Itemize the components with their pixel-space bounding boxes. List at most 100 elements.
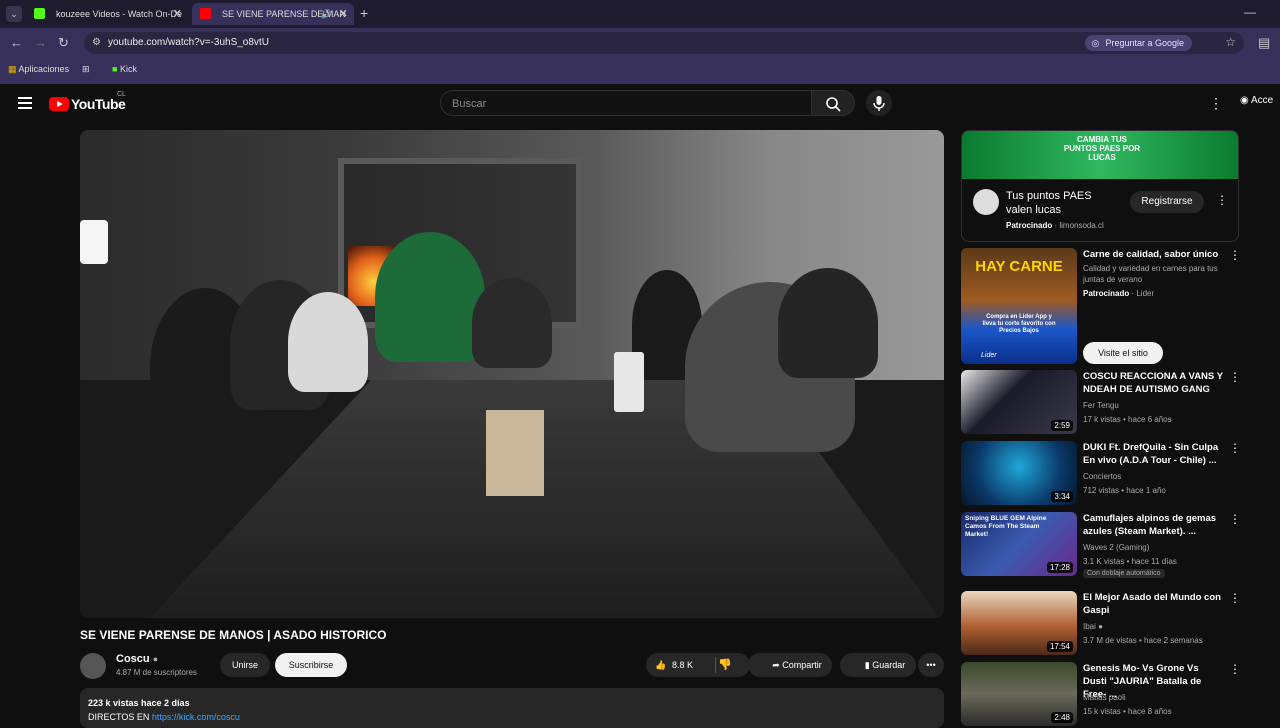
- video-paper-roll: [614, 352, 644, 412]
- rec-title[interactable]: Camuflajes alpinos de gemas azules (Stea…: [1083, 512, 1223, 538]
- browser-tab-youtube[interactable]: SE VIENE PARENSE DE MAN 🔊 ✕: [192, 3, 354, 25]
- audio-playing-icon[interactable]: 🔊: [321, 3, 332, 25]
- side-panel-icon[interactable]: ▤: [1258, 35, 1270, 51]
- rec-options-icon[interactable]: ⋮: [1229, 662, 1241, 676]
- join-button[interactable]: Unirse: [220, 653, 270, 677]
- sign-in-button[interactable]: ◉ Acce: [1240, 95, 1273, 106]
- rec-thumbnail[interactable]: HAY CARNE Compra en Lider App y lleva tu…: [961, 248, 1077, 364]
- search-input[interactable]: Buscar: [440, 90, 812, 116]
- rec-title[interactable]: Carne de calidad, sabor único: [1083, 248, 1223, 261]
- sponsored-rec-card[interactable]: HAY CARNE Compra en Lider App y lleva tu…: [961, 248, 1241, 366]
- youtube-header: YouTube CL Buscar ⋮ ◉ Acce: [0, 84, 1280, 124]
- tab-title: kouzeee Videos - Watch On-De: [56, 9, 183, 19]
- rec-thumbnail[interactable]: 2:59: [961, 370, 1077, 434]
- rec-line: Calidad y variedad en carnes para tus ju…: [1083, 264, 1218, 284]
- rec-video-card[interactable]: 3:34 DUKI Ft. DrefQuila - Sin Culpa En v…: [961, 441, 1241, 507]
- rec-video-card[interactable]: 17:54 El Mejor Asado del Mundo con Gaspi…: [961, 591, 1241, 657]
- bookmark-kick[interactable]: ■ Kick: [112, 64, 137, 74]
- share-label: Compartir: [782, 660, 822, 670]
- advertiser: Lider: [1136, 289, 1155, 298]
- duration-badge: 2:59: [1051, 420, 1073, 431]
- rec-channel[interactable]: Ibai ●: [1083, 622, 1103, 631]
- duration-badge: 17:54: [1046, 641, 1073, 652]
- rec-channel[interactable]: Waves 2 (Gaming): [1083, 543, 1149, 552]
- close-tab-icon[interactable]: ✕: [339, 3, 348, 25]
- ask-google-button[interactable]: ◎ Preguntar a Google: [1085, 35, 1192, 51]
- back-arrow-icon[interactable]: ←: [10, 35, 23, 50]
- ad-banner[interactable]: CAMBIA TUS PUNTOS PAES POR LUCAS: [962, 131, 1238, 179]
- rec-options-icon[interactable]: ⋮: [1229, 591, 1241, 605]
- save-button[interactable]: ▮ Guardar: [840, 653, 916, 677]
- subscribe-button[interactable]: Suscribirse: [275, 653, 347, 677]
- rec-thumbnail[interactable]: Sniping BLUE GEM Alpine Camos From The S…: [961, 512, 1077, 576]
- youtube-play-icon: [49, 97, 69, 111]
- sign-in-label: Acce: [1250, 95, 1274, 106]
- thumb-headline: HAY CARNE: [975, 258, 1063, 275]
- rec-options-icon[interactable]: ⋮: [1229, 248, 1241, 262]
- tab-search-button[interactable]: ⌄: [6, 6, 22, 22]
- bookmark-apps[interactable]: ▦ Aplicaciones: [8, 64, 69, 75]
- view-stats: 223 k vistas hace 2 días: [88, 698, 190, 708]
- channel-avatar[interactable]: [80, 653, 106, 679]
- video-description[interactable]: 223 k vistas hace 2 días DIRECTOS EN htt…: [80, 688, 944, 728]
- visit-site-button[interactable]: Visite el sitio: [1083, 342, 1163, 364]
- voice-search-button[interactable]: [866, 90, 892, 116]
- rec-options-icon[interactable]: ⋮: [1229, 441, 1241, 455]
- channel-name-text: Coscu: [116, 653, 150, 665]
- site-info-icon[interactable]: ⚙: [92, 37, 101, 48]
- channel-name[interactable]: Coscu ●: [116, 653, 158, 665]
- rec-thumbnail[interactable]: 2:48: [961, 662, 1077, 726]
- ad-options-icon[interactable]: ⋮: [1216, 193, 1228, 207]
- grid-icon[interactable]: ⊞: [82, 64, 90, 75]
- ad-card[interactable]: CAMBIA TUS PUNTOS PAES POR LUCAS Tus pun…: [961, 130, 1239, 242]
- share-arrow-icon: ➦: [772, 660, 780, 670]
- rec-channel[interactable]: Fer Tengu: [1083, 401, 1119, 410]
- url-text: youtube.com/watch?v=-3uhS_o8vtU: [108, 37, 269, 48]
- video-player[interactable]: [80, 130, 944, 618]
- ad-sponsor-line: Patrocinado · limonsoda.cl: [1006, 221, 1104, 230]
- rec-options-icon[interactable]: ⋮: [1229, 512, 1241, 526]
- address-toolbar: ← → ↻ ⚙ youtube.com/watch?v=-3uhS_o8vtU …: [0, 28, 1280, 58]
- bookmark-label: Aplicaciones: [18, 64, 70, 74]
- rec-title[interactable]: El Mejor Asado del Mundo con Gaspi: [1083, 591, 1223, 617]
- description-link[interactable]: https://kick.com/coscu: [152, 712, 240, 722]
- rec-meta: 15 k vistas • hace 8 años: [1083, 707, 1172, 716]
- ad-domain: limonsoda.cl: [1059, 221, 1104, 230]
- menu-hamburger-icon[interactable]: [18, 97, 32, 109]
- register-button[interactable]: Registrarse: [1130, 191, 1204, 213]
- search-button[interactable]: [811, 90, 855, 116]
- minimize-window-icon[interactable]: —: [1244, 5, 1256, 19]
- rec-title[interactable]: DUKI Ft. DrefQuila - Sin Culpa En vivo (…: [1083, 441, 1223, 467]
- thumb-subtext: Compra en Lider App y lleva tu corte fav…: [982, 314, 1056, 334]
- rec-channel-name: Ibai: [1083, 622, 1096, 631]
- new-tab-button[interactable]: +: [360, 5, 368, 21]
- url-bar[interactable]: ⚙ youtube.com/watch?v=-3uhS_o8vtU ⧉ ◎ Pr…: [84, 32, 1244, 54]
- rec-title[interactable]: COSCU REACCIONA A VANS Y NDEAH DE AUTISM…: [1083, 370, 1223, 396]
- like-button[interactable]: 👍 8.8 K: [646, 653, 750, 677]
- forward-arrow-icon[interactable]: →: [34, 35, 47, 50]
- rec-options-icon[interactable]: ⋮: [1229, 370, 1241, 384]
- settings-kebab-icon[interactable]: ⋮: [1209, 95, 1223, 112]
- browser-tab-kick[interactable]: kouzeee Videos - Watch On-De ✕: [26, 3, 188, 25]
- rec-video-card[interactable]: Sniping BLUE GEM Alpine Camos From The S…: [961, 512, 1241, 578]
- rec-channel[interactable]: Conciertos: [1083, 472, 1121, 481]
- rec-video-card[interactable]: 2:59 COSCU REACCIONA A VANS Y NDEAH DE A…: [961, 370, 1241, 436]
- share-button[interactable]: ➦ Compartir: [748, 653, 832, 677]
- like-divider: [715, 657, 716, 673]
- more-actions-icon[interactable]: •••: [918, 653, 944, 677]
- rec-thumbnail[interactable]: 3:34: [961, 441, 1077, 505]
- rec-channel[interactable]: Matias paoli: [1083, 693, 1126, 702]
- rec-video-card[interactable]: 2:48 Genesis Mo- Vs Grone Vs Dusti "JAUR…: [961, 662, 1241, 726]
- search-icon: [826, 97, 841, 112]
- bookmark-star-icon[interactable]: ☆: [1225, 35, 1236, 49]
- thumbs-down-icon[interactable]: 👎: [718, 658, 732, 671]
- rec-thumbnail[interactable]: 17:54: [961, 591, 1077, 655]
- thumbs-up-icon: 👍: [655, 660, 667, 670]
- sponsored-label: Patrocinado: [1083, 289, 1130, 298]
- close-tab-icon[interactable]: ✕: [173, 3, 182, 25]
- reload-icon[interactable]: ↻: [58, 35, 69, 51]
- auto-dub-badge: Con doblaje automático: [1083, 569, 1165, 578]
- duration-badge: 3:34: [1051, 491, 1073, 502]
- thumb-headline: Sniping BLUE GEM Alpine Camos From The S…: [965, 515, 1047, 538]
- verified-icon: ●: [152, 654, 159, 664]
